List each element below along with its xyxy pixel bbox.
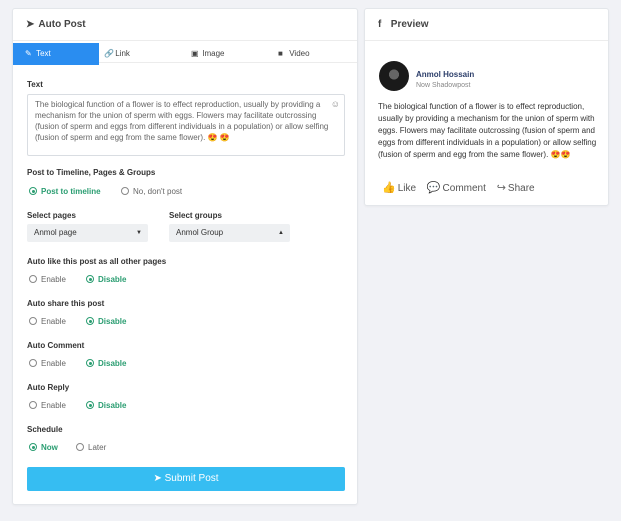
radio-label: Enable xyxy=(41,275,66,284)
auto-share-label: Auto share this post xyxy=(27,299,105,308)
share-label: Share xyxy=(507,183,535,194)
radio-auto-comment-disable[interactable]: Disable xyxy=(86,358,126,370)
video-camera-icon: ■ xyxy=(278,49,283,58)
radio-schedule-now[interactable]: Now xyxy=(29,442,58,454)
comment-label: Comment xyxy=(442,183,486,194)
post-to-label: Post to Timeline, Pages & Groups xyxy=(27,168,156,177)
tab-link[interactable]: 🔗 Link xyxy=(104,43,130,65)
radio-label: Enable xyxy=(41,317,66,326)
preview-title: Preview xyxy=(390,19,429,30)
tab-text[interactable]: ✎ Text xyxy=(13,43,99,65)
radio-unchecked-icon xyxy=(29,401,37,409)
radio-label: Enable xyxy=(41,359,66,368)
radio-label: Disable xyxy=(98,359,127,368)
select-pages-dropdown[interactable]: Anmol page ▼ xyxy=(27,224,148,242)
select-groups-value: Anmol Group xyxy=(176,228,224,237)
caret-down-icon: ▼ xyxy=(136,230,142,236)
post-text-input[interactable]: The biological function of a flower is t… xyxy=(27,94,345,156)
preview-post-text: The biological function of a flower is t… xyxy=(378,102,597,159)
auto-like-label: Auto like this post as all other pages xyxy=(27,257,167,266)
tab-image-label: Image xyxy=(202,49,225,58)
radio-unchecked-icon xyxy=(29,359,37,367)
author-name[interactable]: Anmol Hossain xyxy=(416,70,474,79)
like-label: Like xyxy=(397,183,417,194)
comment-button[interactable]: 💬 Comment xyxy=(427,181,486,194)
comment-icon: 💬 xyxy=(426,182,441,194)
select-groups-dropdown[interactable]: Anmol Group ▲ xyxy=(169,224,290,242)
post-text-value: The biological function of a flower is t… xyxy=(35,100,329,142)
radio-checked-icon xyxy=(86,317,94,325)
radio-auto-like-disable[interactable]: Disable xyxy=(86,274,126,286)
radio-auto-like-enable[interactable]: Enable xyxy=(29,274,66,286)
radio-label: Disable xyxy=(98,275,127,284)
facebook-icon: f xyxy=(378,19,382,30)
radio-checked-icon xyxy=(86,401,94,409)
like-button[interactable]: 👍 Like xyxy=(382,181,416,194)
image-icon: ▣ xyxy=(191,49,199,58)
tab-link-label: Link xyxy=(115,49,130,58)
radio-label: Later xyxy=(88,443,107,452)
avatar xyxy=(379,61,409,91)
paper-plane-icon: ➤ xyxy=(26,19,35,30)
radio-auto-reply-enable[interactable]: Enable xyxy=(29,400,66,412)
pencil-square-icon: ✎ xyxy=(25,49,32,58)
select-pages-label: Select pages xyxy=(27,211,76,220)
post-type-tabs: ✎ Text 🔗 Link ▣ Image ■ Video xyxy=(13,41,357,65)
paper-plane-icon: ➤ xyxy=(153,473,162,484)
share-button[interactable]: ↪ Share xyxy=(497,181,535,194)
submit-post-button[interactable]: ➤ Submit Post xyxy=(27,467,345,491)
radio-auto-share-enable[interactable]: Enable xyxy=(29,316,66,328)
radio-unchecked-icon xyxy=(29,275,37,283)
share-icon: ↪ xyxy=(496,182,506,194)
auto-post-header: ➤ Auto Post xyxy=(13,9,357,41)
author-subtitle: Now Shadowpost xyxy=(416,82,471,89)
auto-post-title: Auto Post xyxy=(38,19,86,30)
radio-label: Disable xyxy=(98,317,127,326)
auto-post-panel: ➤ Auto Post ✎ Text 🔗 Link ▣ Image ■ Vide… xyxy=(12,8,358,505)
select-pages-value: Anmol page xyxy=(34,228,77,237)
auto-reply-label: Auto Reply xyxy=(27,383,70,392)
tab-video[interactable]: ■ Video xyxy=(278,43,310,65)
radio-unchecked-icon xyxy=(29,317,37,325)
radio-label: No, don't post xyxy=(133,187,183,196)
thumbs-up-icon: 👍 xyxy=(382,182,396,194)
radio-unchecked-icon xyxy=(76,443,84,451)
radio-schedule-later[interactable]: Later xyxy=(76,442,106,454)
radio-checked-icon xyxy=(29,187,37,195)
radio-unchecked-icon xyxy=(121,187,129,195)
post-actions: 👍 Like 💬 Comment ↪ Share xyxy=(382,181,543,194)
auto-comment-label: Auto Comment xyxy=(27,341,85,350)
radio-label: Now xyxy=(41,443,58,452)
tab-video-label: Video xyxy=(289,49,310,58)
schedule-label: Schedule xyxy=(27,425,63,434)
radio-auto-reply-disable[interactable]: Disable xyxy=(86,400,126,412)
tab-image[interactable]: ▣ Image xyxy=(191,43,224,65)
tab-text-label: Text xyxy=(36,49,51,58)
radio-no-dont-post[interactable]: No, don't post xyxy=(121,186,182,198)
link-icon: 🔗 xyxy=(104,49,114,58)
caret-up-icon: ▲ xyxy=(278,230,284,236)
preview-header: f Preview xyxy=(365,9,608,41)
radio-label: Disable xyxy=(98,401,127,410)
preview-panel: f Preview Anmol Hossain Now Shadowpost T… xyxy=(364,8,609,206)
radio-post-to-timeline[interactable]: Post to timeline xyxy=(29,186,101,198)
radio-auto-share-disable[interactable]: Disable xyxy=(86,316,126,328)
radio-checked-icon xyxy=(86,359,94,367)
radio-checked-icon xyxy=(29,443,37,451)
text-label: Text xyxy=(27,80,43,89)
radio-label: Enable xyxy=(41,401,66,410)
submit-post-label: Submit Post xyxy=(164,473,219,484)
smiley-icon[interactable]: ☺ xyxy=(331,99,340,110)
select-groups-label: Select groups xyxy=(169,211,222,220)
radio-label: Post to timeline xyxy=(41,187,101,196)
radio-auto-comment-enable[interactable]: Enable xyxy=(29,358,66,370)
radio-checked-icon xyxy=(86,275,94,283)
